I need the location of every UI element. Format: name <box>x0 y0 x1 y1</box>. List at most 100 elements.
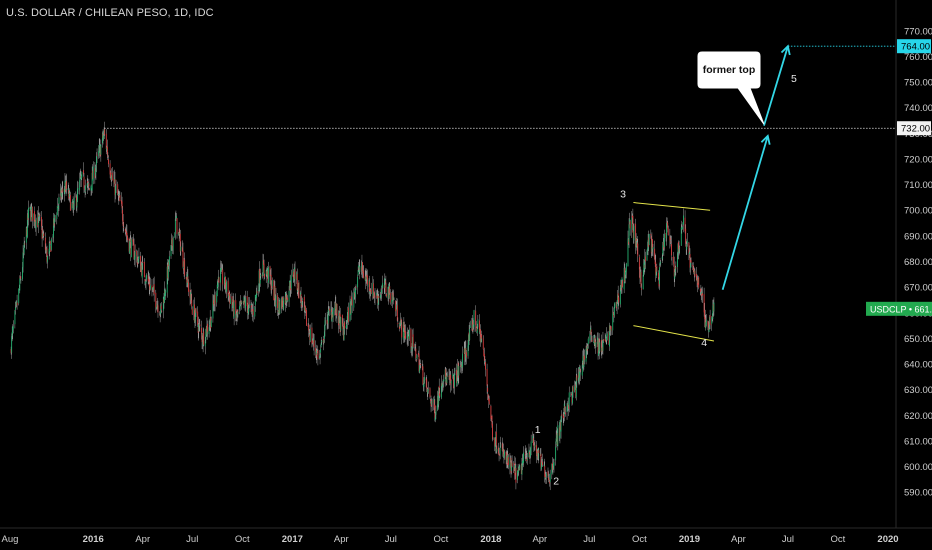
candle-body <box>507 457 509 466</box>
candle-body <box>606 333 608 337</box>
candle-body <box>515 467 517 483</box>
candle-body <box>591 339 593 342</box>
candle-body <box>43 233 45 237</box>
candle-body <box>77 188 79 190</box>
y-tick-label: 630.00 <box>904 385 932 396</box>
candle-body <box>426 379 428 388</box>
candle-body <box>713 302 715 312</box>
candle-body <box>382 282 384 288</box>
candle-body <box>683 215 684 225</box>
candle-body <box>453 373 455 388</box>
candle-body <box>100 144 102 155</box>
candle-body <box>660 261 662 263</box>
wave-label-4: 4 <box>701 337 707 349</box>
wave-label-5: 5 <box>791 73 797 85</box>
candle-body <box>256 291 258 294</box>
candle-body <box>663 233 665 247</box>
candle-body <box>709 315 711 326</box>
candle-body <box>28 207 29 218</box>
candle-body <box>487 387 489 392</box>
candle-body <box>252 309 254 316</box>
candle-body <box>214 294 216 304</box>
candle-body <box>81 172 83 178</box>
candle-body <box>340 317 342 331</box>
candle-body <box>104 129 106 135</box>
candle-body <box>366 275 368 285</box>
candle-body <box>24 243 26 245</box>
candle-body <box>146 274 147 280</box>
candle-body <box>705 319 707 325</box>
candle-body <box>306 310 307 326</box>
candle-body <box>171 238 173 247</box>
candles <box>10 121 715 491</box>
x-tick-label: 2017 <box>282 534 303 545</box>
x-tick-label: 2016 <box>83 534 104 545</box>
candle-body <box>119 195 121 202</box>
y-tick-label: 740.00 <box>904 103 932 114</box>
candle-body <box>84 189 85 191</box>
candle-body <box>96 154 98 156</box>
x-tick-label: Jul <box>782 534 794 545</box>
candle-body <box>511 462 513 467</box>
candle-body <box>416 355 418 360</box>
candle-body <box>197 311 199 325</box>
price-chart[interactable]: 1 2 3 4 5 former top 590.00 600.00 610.00 620.00… <box>0 0 932 550</box>
candle-body <box>628 224 630 243</box>
candle-body <box>149 285 151 290</box>
candle-body <box>694 270 696 277</box>
candle-body <box>415 348 417 359</box>
candle-body <box>420 364 422 366</box>
candle-body <box>363 270 365 278</box>
x-tick-label: Apr <box>731 534 746 545</box>
candle-body <box>534 444 536 448</box>
x-tick-label: Apr <box>334 534 349 545</box>
candle-body <box>584 355 585 360</box>
candle-body <box>237 311 239 315</box>
candle-body <box>195 308 197 313</box>
candle-body <box>325 317 326 319</box>
x-tick-label: 2020 <box>877 534 898 545</box>
candle-body <box>656 266 658 272</box>
candle-body <box>191 300 193 307</box>
candle-body <box>123 227 125 228</box>
price-axis: 590.00 600.00 610.00 620.00 630.00 640.00 650.… <box>866 0 932 528</box>
candle-body <box>450 380 452 384</box>
candle-body <box>410 329 412 348</box>
candle-body <box>20 279 22 281</box>
candle-body <box>629 221 631 229</box>
candle-body <box>486 368 488 386</box>
candle-body <box>462 353 464 368</box>
candle-body <box>659 267 660 285</box>
x-tick-label: Apr <box>135 534 150 545</box>
candle-body <box>652 247 654 250</box>
candle-body <box>405 330 406 339</box>
projection-arrow-line <box>721 135 769 290</box>
x-tick-label: Jul <box>583 534 595 545</box>
candle-body <box>526 458 528 461</box>
x-tick-label: Jul <box>385 534 397 545</box>
candle-body <box>62 188 64 193</box>
candle-body <box>58 197 60 205</box>
candle-body <box>576 375 578 381</box>
candle-body <box>686 240 688 243</box>
candle-body <box>504 451 505 456</box>
former-top-callout <box>697 51 765 125</box>
candle-body <box>161 310 163 312</box>
candle-body <box>336 303 338 316</box>
candle-body <box>357 276 359 288</box>
candle-body <box>553 461 555 466</box>
candle-body <box>153 284 155 295</box>
candle-body <box>176 216 177 219</box>
candle-body <box>321 340 323 343</box>
candle-body <box>561 414 563 416</box>
candle-body <box>328 308 330 311</box>
candle-body <box>401 324 403 338</box>
candle-body <box>142 261 144 263</box>
last-price-tag: USDCLP • 661.54 <box>870 304 932 314</box>
candle-body <box>675 267 677 269</box>
y-tick-label: 600.00 <box>904 462 932 473</box>
candle-body <box>690 260 692 263</box>
candle-body <box>427 389 429 391</box>
candle-body <box>160 305 162 310</box>
candle-body <box>180 246 182 252</box>
